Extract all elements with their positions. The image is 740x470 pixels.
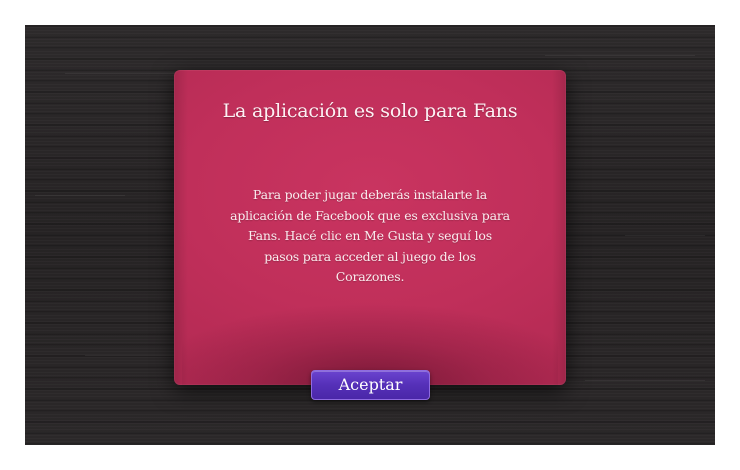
wood-grain	[35, 195, 125, 196]
wood-grain	[625, 235, 705, 236]
wood-grain	[545, 55, 695, 56]
dialog-message: Para poder jugar deberás instalarte la a…	[230, 187, 510, 284]
wood-grain	[65, 73, 185, 74]
fans-only-dialog: La aplicación es solo para Fans Para pod…	[174, 70, 566, 385]
wood-grain	[585, 380, 705, 381]
dialog-title: La aplicación es solo para Fans	[222, 100, 518, 122]
accept-button[interactable]: Aceptar	[311, 370, 430, 400]
